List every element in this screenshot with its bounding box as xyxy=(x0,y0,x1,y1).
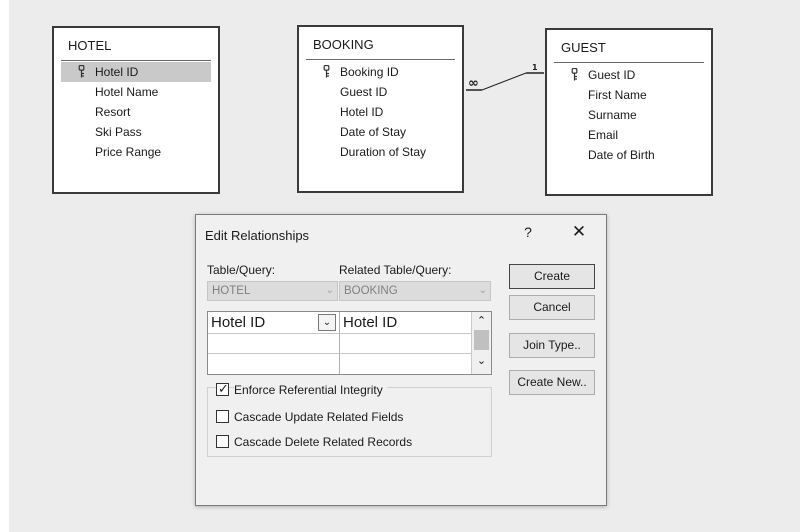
field-label: Duration of Stay xyxy=(340,145,427,159)
field-label: Date of Stay xyxy=(340,125,407,139)
create-new-button[interactable]: Create New.. xyxy=(509,370,595,395)
field-label: Hotel ID xyxy=(95,65,139,79)
table-hotel-title[interactable]: HOTEL xyxy=(54,28,218,60)
grid-cell-left[interactable]: Hotel ID ⌄ xyxy=(208,312,340,334)
table-booking-divider xyxy=(306,59,455,60)
table-query-combo[interactable]: HOTEL ⌄ xyxy=(207,281,338,301)
cascade-delete-label[interactable]: Cascade Delete Related Records xyxy=(234,435,412,449)
field-label: Hotel Name xyxy=(95,85,159,99)
field-date-of-stay[interactable]: Date of Stay xyxy=(306,122,455,142)
table-hotel-divider xyxy=(61,60,211,61)
field-surname[interactable]: Surname xyxy=(554,105,704,125)
join-type-button[interactable]: Join Type.. xyxy=(509,333,595,358)
field-label: Booking ID xyxy=(340,65,399,79)
relationship-one-symbol: 1 xyxy=(532,63,538,72)
relationship-line[interactable]: ∞ 1 xyxy=(464,60,546,100)
field-resort[interactable]: Resort xyxy=(61,102,211,122)
table-guest[interactable]: GUEST Guest ID First Name Surname Email … xyxy=(545,28,713,196)
create-button[interactable]: Create xyxy=(509,264,595,289)
field-email[interactable]: Email xyxy=(554,125,704,145)
field-label: Guest ID xyxy=(340,85,388,99)
cascade-update-label[interactable]: Cascade Update Related Fields xyxy=(234,410,403,424)
field-duration-of-stay[interactable]: Duration of Stay xyxy=(306,142,455,162)
field-ski-pass[interactable]: Ski Pass xyxy=(61,122,211,142)
primary-key-icon xyxy=(78,65,85,78)
field-label: First Name xyxy=(588,88,647,102)
table-query-label: Table/Query: xyxy=(207,263,276,277)
related-table-query-combo[interactable]: BOOKING ⌄ xyxy=(339,281,491,301)
grid-right-value: Hotel ID xyxy=(343,314,398,331)
table-booking-title[interactable]: BOOKING xyxy=(299,27,462,59)
field-guest-id[interactable]: Guest ID xyxy=(306,82,455,102)
enforce-integrity-checkbox[interactable]: ✓ xyxy=(216,381,229,396)
chevron-down-icon[interactable]: ⌄ xyxy=(472,354,491,367)
field-mapping-grid[interactable]: Hotel ID ⌄ Hotel ID ⌃ ⌄ xyxy=(207,311,492,375)
table-guest-divider xyxy=(554,62,704,63)
chevron-up-icon[interactable]: ⌃ xyxy=(472,314,491,327)
related-table-query-label: Related Table/Query: xyxy=(339,263,452,277)
edit-relationships-dialog[interactable]: Edit Relationships ? ✕ Table/Query: Rela… xyxy=(195,214,607,506)
grid-cell-right[interactable]: Hotel ID xyxy=(340,312,471,334)
field-price-range[interactable]: Price Range xyxy=(61,142,211,162)
table-hotel[interactable]: HOTEL Hotel ID Hotel Name Resort Ski Pas… xyxy=(52,26,220,194)
close-button[interactable]: ✕ xyxy=(570,222,588,242)
field-first-name[interactable]: First Name xyxy=(554,85,704,105)
dialog-title: Edit Relationships xyxy=(205,228,310,243)
check-icon: ✓ xyxy=(218,381,229,396)
cascade-delete-checkbox[interactable] xyxy=(216,435,229,448)
grid-cell-left[interactable] xyxy=(208,334,340,354)
table-booking[interactable]: BOOKING Booking ID Guest ID Hotel ID Dat… xyxy=(297,25,464,193)
field-booking-id[interactable]: Booking ID xyxy=(306,62,455,82)
field-label: Resort xyxy=(95,105,131,119)
field-label: Date of Birth xyxy=(588,148,655,162)
combo-value: BOOKING xyxy=(344,285,398,297)
grid-left-value: Hotel ID xyxy=(211,314,266,331)
chevron-down-icon: ⌄ xyxy=(325,285,334,296)
canvas-left-edge xyxy=(0,0,9,532)
chevron-down-icon[interactable]: ⌄ xyxy=(318,314,336,331)
primary-key-icon xyxy=(323,65,330,78)
field-hotel-name[interactable]: Hotel Name xyxy=(61,82,211,102)
field-label: Ski Pass xyxy=(95,125,142,139)
relationships-canvas: HOTEL Hotel ID Hotel Name Resort Ski Pas… xyxy=(0,0,800,532)
field-label: Surname xyxy=(588,108,637,122)
cascade-update-checkbox[interactable] xyxy=(216,410,229,423)
scrollbar-thumb[interactable] xyxy=(474,330,489,350)
primary-key-icon xyxy=(571,68,578,81)
relationship-many-symbol: ∞ xyxy=(468,76,479,91)
help-button[interactable]: ? xyxy=(521,224,535,240)
field-label: Hotel ID xyxy=(340,105,384,119)
combo-value: HOTEL xyxy=(212,285,251,297)
cancel-button[interactable]: Cancel xyxy=(509,295,595,320)
field-hotel-id[interactable]: Hotel ID xyxy=(306,102,455,122)
grid-cell-left[interactable] xyxy=(208,354,340,374)
grid-cell-right[interactable] xyxy=(340,354,471,374)
chevron-down-icon: ⌄ xyxy=(478,285,487,296)
field-label: Guest ID xyxy=(588,68,636,82)
table-guest-title[interactable]: GUEST xyxy=(547,30,711,62)
grid-cell-right[interactable] xyxy=(340,334,471,354)
field-date-of-birth[interactable]: Date of Birth xyxy=(554,145,704,165)
field-hotel-id[interactable]: Hotel ID xyxy=(61,62,211,82)
enforce-integrity-label[interactable]: Enforce Referential Integrity xyxy=(234,383,387,397)
field-label: Email xyxy=(588,128,619,142)
field-label: Price Range xyxy=(95,145,162,159)
grid-scrollbar[interactable]: ⌃ ⌄ xyxy=(471,312,491,374)
field-guest-id[interactable]: Guest ID xyxy=(554,65,704,85)
relationship-connector xyxy=(481,72,527,91)
